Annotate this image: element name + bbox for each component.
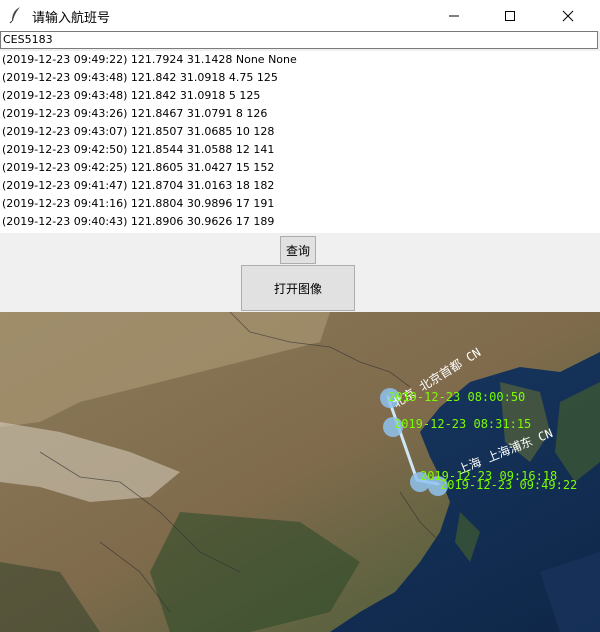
- list-item[interactable]: (2019-12-23 09:43:26) 121.8467 31.0791 8…: [0, 105, 600, 123]
- window-title: 请输入航班号: [32, 11, 111, 26]
- list-item[interactable]: (2019-12-23 09:43:48) 121.842 31.0918 5 …: [0, 87, 600, 105]
- flight-map-image: 北京 北京首都 CN 上海 上海浦东 CN 2019-12-23 08:00:5…: [0, 312, 600, 632]
- list-item[interactable]: (2019-12-23 09:42:25) 121.8605 31.0427 1…: [0, 159, 600, 177]
- query-button[interactable]: 查询: [280, 236, 316, 264]
- close-button[interactable]: [545, 0, 591, 31]
- open-image-button[interactable]: 打开图像: [241, 265, 355, 311]
- list-item[interactable]: (2019-12-23 09:49:22) 121.7924 31.1428 N…: [0, 51, 600, 69]
- feather-icon: [9, 7, 20, 24]
- minimize-button[interactable]: [431, 0, 477, 31]
- maximize-button[interactable]: [487, 0, 533, 31]
- result-listbox[interactable]: (2019-12-23 09:49:22) 121.7924 31.1428 N…: [0, 51, 600, 233]
- list-item[interactable]: (2019-12-23 09:41:47) 121.8704 31.0163 1…: [0, 177, 600, 195]
- list-item[interactable]: (2019-12-23 09:41:16) 121.8804 30.9896 1…: [0, 195, 600, 213]
- time-label: 2019-12-23 08:00:50: [388, 390, 525, 404]
- flight-number-input[interactable]: CES5183: [0, 31, 598, 49]
- list-item[interactable]: (2019-12-23 09:42:50) 121.8544 31.0588 1…: [0, 141, 600, 159]
- list-item[interactable]: (2019-12-23 09:43:07) 121.8507 31.0685 1…: [0, 123, 600, 141]
- time-label: 2019-12-23 09:49:22: [440, 478, 577, 492]
- minimize-icon: [449, 15, 459, 16]
- title-bar: 请输入航班号: [0, 0, 600, 31]
- close-icon: [562, 10, 574, 21]
- list-item[interactable]: (2019-12-23 09:43:48) 121.842 31.0918 4.…: [0, 69, 600, 87]
- list-item[interactable]: (2019-12-23 09:40:43) 121.8906 30.9626 1…: [0, 213, 600, 231]
- time-label: 2019-12-23 08:31:15: [394, 417, 531, 431]
- maximize-icon: [505, 10, 515, 21]
